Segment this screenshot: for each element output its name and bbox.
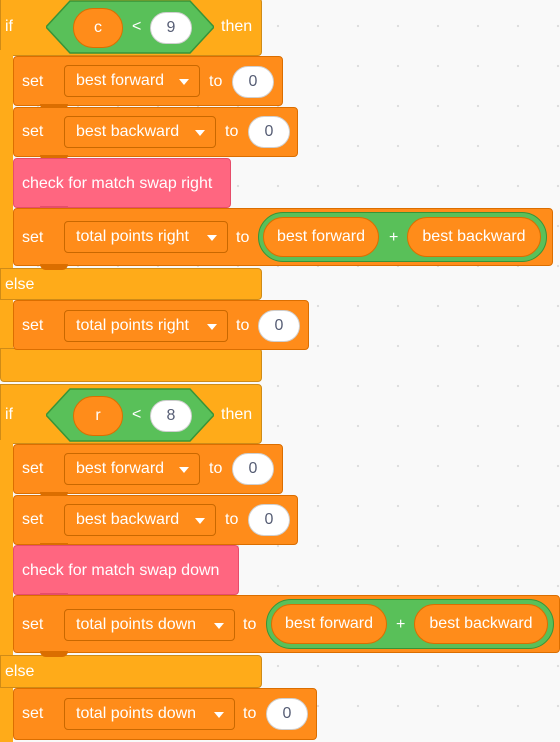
dropdown-arrow-icon: [214, 712, 224, 718]
dropdown-label: best backward: [76, 511, 180, 528]
to-label: to: [236, 229, 250, 246]
dropdown-label: best backward: [76, 123, 180, 140]
custom-block-label: check for match swap down: [22, 562, 220, 579]
to-label: to: [236, 317, 250, 334]
dropdown-arrow-icon: [195, 130, 205, 136]
to-label: to: [243, 616, 257, 633]
variable-dropdown[interactable]: best backward: [64, 116, 216, 148]
plus-symbol: +: [396, 616, 406, 633]
variable-dropdown[interactable]: best forward: [64, 453, 200, 485]
dropdown-arrow-icon: [207, 235, 217, 241]
to-label: to: [243, 705, 257, 722]
less-than-symbol: <: [132, 406, 142, 423]
if-keyword: if: [5, 406, 13, 423]
custom-block-label: check for match swap right: [22, 175, 213, 192]
else-keyword: else: [5, 663, 35, 680]
variable-dropdown[interactable]: total points down: [64, 609, 235, 641]
set-label: set: [22, 123, 44, 140]
variable-reporter[interactable]: best forward: [263, 217, 379, 257]
number-input[interactable]: 8: [150, 400, 192, 432]
dropdown-label: total points down: [76, 705, 197, 722]
value-input[interactable]: 0: [232, 66, 274, 98]
dropdown-label: best forward: [76, 460, 165, 477]
value-input[interactable]: 0: [258, 310, 300, 342]
if-block-arm: [0, 440, 13, 742]
variable-dropdown[interactable]: total points down: [64, 698, 235, 730]
variable-reporter[interactable]: r: [73, 396, 123, 436]
value-input[interactable]: 0: [266, 698, 308, 730]
set-label: set: [22, 705, 44, 722]
variable-dropdown[interactable]: total points right: [64, 221, 228, 253]
set-label: set: [22, 73, 44, 90]
block-notch: [40, 651, 68, 657]
value-input[interactable]: 0: [232, 453, 274, 485]
then-keyword: then: [221, 406, 253, 423]
variable-reporter[interactable]: c: [73, 8, 123, 48]
value-input[interactable]: 0: [248, 504, 290, 536]
to-label: to: [225, 511, 239, 528]
set-label: set: [22, 511, 44, 528]
block-notch: [40, 264, 68, 270]
dropdown-label: total points down: [76, 616, 197, 633]
to-label: to: [209, 460, 223, 477]
then-keyword: then: [221, 18, 253, 35]
set-label: set: [22, 229, 44, 246]
dropdown-arrow-icon: [195, 518, 205, 524]
to-label: to: [225, 123, 239, 140]
plus-symbol: +: [389, 229, 399, 246]
dropdown-label: total points right: [76, 228, 189, 245]
dropdown-arrow-icon: [207, 324, 217, 330]
dropdown-label: total points right: [76, 317, 189, 334]
less-than-symbol: <: [132, 18, 142, 35]
set-label: set: [22, 317, 44, 334]
value-input[interactable]: 0: [248, 116, 290, 148]
if-keyword: if: [5, 18, 13, 35]
dropdown-arrow-icon: [179, 79, 189, 85]
dropdown-arrow-icon: [179, 467, 189, 473]
variable-reporter[interactable]: best backward: [407, 217, 541, 257]
variable-dropdown[interactable]: best backward: [64, 504, 216, 536]
else-section[interactable]: [0, 268, 262, 300]
to-label: to: [209, 73, 223, 90]
variable-dropdown[interactable]: best forward: [64, 65, 200, 97]
if-block-arm: [0, 50, 13, 350]
set-label: set: [22, 460, 44, 477]
dropdown-label: best forward: [76, 72, 165, 89]
set-label: set: [22, 616, 44, 633]
else-section[interactable]: [0, 655, 262, 688]
number-input[interactable]: 9: [150, 12, 192, 44]
variable-reporter[interactable]: best forward: [271, 604, 387, 644]
else-keyword: else: [5, 276, 35, 293]
variable-reporter[interactable]: best backward: [414, 604, 548, 644]
variable-dropdown[interactable]: total points right: [64, 310, 228, 342]
dropdown-arrow-icon: [214, 623, 224, 629]
if-block-footer[interactable]: [0, 348, 262, 382]
